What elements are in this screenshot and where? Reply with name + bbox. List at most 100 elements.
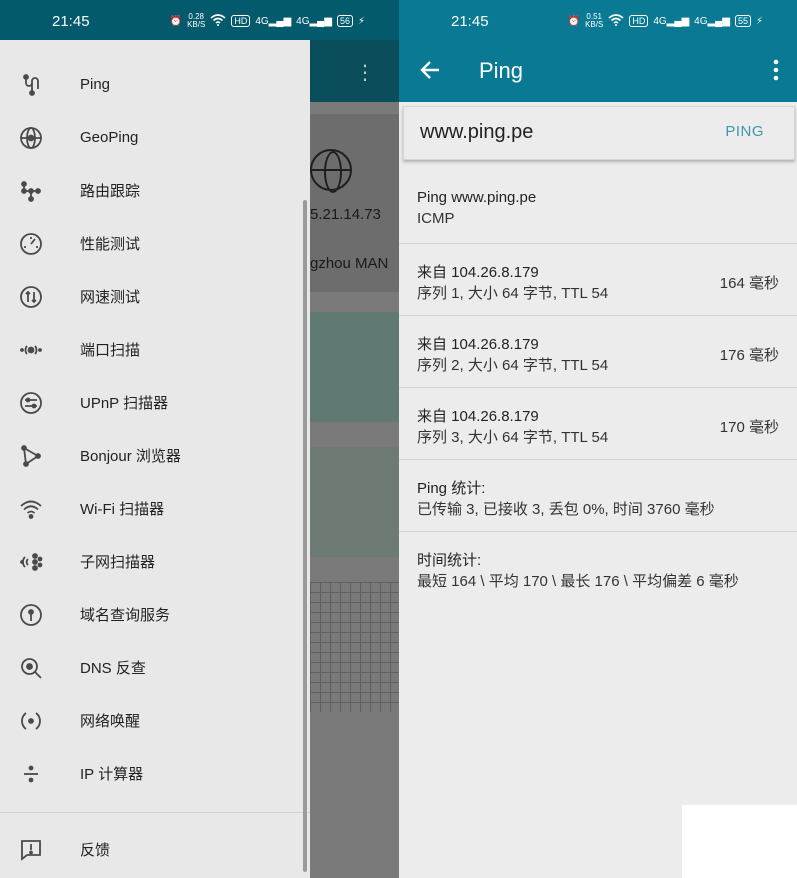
- bonjour-icon: [19, 444, 43, 468]
- result-title: Ping www.ping.pe: [417, 189, 537, 206]
- drawer-item-label: GeoPing: [80, 129, 139, 146]
- network-speed: 0.51 KB/S: [585, 12, 604, 29]
- upnp-icon: [19, 391, 43, 415]
- whois-icon: [19, 603, 43, 627]
- subnet-icon: [19, 550, 43, 574]
- status-icons: ⏰ 0.28 KB/S HD 4G▂▄▆ 4G▂▄▆ 56 ⚡: [170, 13, 365, 29]
- drawer-item-label: 网速测试: [80, 289, 141, 306]
- drawer-item-ipcalc[interactable]: IP 计算器: [0, 747, 300, 800]
- result-row-header: Ping www.ping.pe ICMP: [399, 166, 797, 244]
- right-screen: 21:45 ⏰ 0.51 KB/S HD 4G▂▄▆ 4G▂▄▆ 55 ⚡ Pin…: [399, 0, 797, 878]
- battery-level: 55: [734, 15, 751, 27]
- time-stats-title: 时间统计:: [417, 552, 482, 569]
- status-bar: 21:45 ⏰ 0.51 KB/S HD 4G▂▄▆ 4G▂▄▆ 55 ⚡: [399, 0, 797, 40]
- charging-icon: ⚡: [755, 15, 763, 27]
- drawer-item-speedtest[interactable]: 网速测试: [0, 270, 300, 323]
- background-location: gzhou MAN: [310, 255, 389, 272]
- result-subtitle: ICMP: [417, 210, 455, 227]
- navigation-drawer: Ping GeoPing 路由跟踪 性能测试 网速测试 端口扫描 UPnP 扫描…: [0, 40, 310, 878]
- drawer-item-label: 性能测试: [80, 236, 141, 253]
- drawer-item-traceroute[interactable]: 路由跟踪: [0, 164, 300, 217]
- signal-icon-2: 4G▂▄▆: [296, 15, 332, 27]
- charging-icon: ⚡: [357, 15, 365, 27]
- drawer-item-label: 子网扫描器: [80, 554, 156, 571]
- alarm-icon: ⏰: [567, 15, 581, 27]
- network-speed: 0.28 KB/S: [187, 12, 206, 29]
- drawer-item-wol[interactable]: 网络唤醒: [0, 694, 300, 747]
- result-row-reply-1: 来自 104.26.8.179 序列 1, 大小 64 字节, TTL 54 1…: [399, 244, 797, 316]
- app-toolbar: Ping: [399, 40, 797, 102]
- drawer-item-ping[interactable]: Ping: [0, 58, 300, 111]
- reply-time: 176 毫秒: [719, 347, 779, 364]
- reply-detail: 序列 1, 大小 64 字节, TTL 54: [417, 285, 609, 302]
- drawer-divider: [0, 812, 310, 813]
- drawer-item-portscan[interactable]: 端口扫描: [0, 323, 300, 376]
- wake-on-lan-icon: [19, 709, 43, 733]
- hd-badge: HD: [231, 15, 251, 27]
- drawer-item-bonjour[interactable]: Bonjour 浏览器: [0, 429, 300, 482]
- result-row-reply-2: 来自 104.26.8.179 序列 2, 大小 64 字节, TTL 54 1…: [399, 316, 797, 388]
- signal-icon: 4G▂▄▆: [255, 15, 292, 27]
- drawer-item-label: Wi-Fi 扫描器: [80, 501, 165, 518]
- dns-lookup-icon: [19, 656, 43, 680]
- drawer-item-label: 域名查询服务: [80, 607, 171, 624]
- more-vert-icon: ⋮: [355, 62, 375, 84]
- drawer-item-label: 网络唤醒: [80, 713, 141, 730]
- result-row-time-stats: 时间统计: 最短 164 \ 平均 170 \ 最长 176 \ 平均偏差 6 …: [399, 532, 797, 604]
- background-grid: [310, 582, 399, 712]
- drawer-item-subnet[interactable]: 子网扫描器: [0, 535, 300, 588]
- reply-detail: 序列 2, 大小 64 字节, TTL 54: [417, 357, 609, 374]
- reply-time: 164 毫秒: [719, 275, 779, 292]
- drawer-item-label: 反馈: [80, 842, 111, 859]
- reply-time: 170 毫秒: [719, 419, 779, 436]
- wifi-icon: [19, 497, 43, 521]
- hd-badge: HD: [629, 15, 649, 27]
- drawer-item-wifi[interactable]: Wi-Fi 扫描器: [0, 482, 300, 535]
- time-stats-detail: 最短 164 \ 平均 170 \ 最长 176 \ 平均偏差 6 毫秒: [417, 573, 739, 590]
- port-scan-icon: [19, 338, 43, 362]
- feedback-icon: [19, 838, 43, 862]
- speedometer-icon: [19, 232, 43, 256]
- ping-icon: [19, 73, 43, 97]
- drawer-item-label: 端口扫描: [80, 342, 141, 359]
- drawer-item-label: DNS 反查: [80, 660, 146, 677]
- left-screen: 21:45 ⏰ 0.28 KB/S HD 4G▂▄▆ 4G▂▄▆ 56 ⚡ ⋮ 5…: [0, 0, 399, 878]
- back-arrow-icon[interactable]: [417, 56, 445, 84]
- speedtest-icon: [19, 285, 43, 309]
- signal-icon: 4G▂▄▆: [653, 15, 690, 27]
- reply-source: 来自 104.26.8.179: [417, 336, 539, 353]
- drawer-item-label: 路由跟踪: [80, 183, 141, 200]
- more-vert-icon[interactable]: [771, 56, 781, 84]
- stats-detail: 已传输 3, 已接收 3, 丢包 0%, 时间 3760 毫秒: [417, 501, 715, 518]
- stats-title: Ping 统计:: [417, 480, 486, 497]
- ping-button[interactable]: PING: [725, 123, 764, 140]
- drawer-item-performance[interactable]: 性能测试: [0, 217, 300, 270]
- drawer-item-feedback[interactable]: 反馈: [0, 823, 300, 876]
- drawer-item-label: IP 计算器: [80, 766, 144, 783]
- background-graph-2: [310, 447, 399, 557]
- drawer-scrollbar[interactable]: [303, 200, 307, 872]
- host-input[interactable]: [420, 121, 700, 144]
- drawer-item-label: Bonjour 浏览器: [80, 448, 181, 465]
- drawer-item-label: UPnP 扫描器: [80, 395, 169, 412]
- wifi-status-icon: [210, 13, 226, 29]
- page-title: Ping: [479, 58, 524, 83]
- traceroute-icon: [19, 179, 43, 203]
- reply-source: 来自 104.26.8.179: [417, 408, 539, 425]
- drawer-item-label: Ping: [80, 76, 111, 93]
- drawer-item-whois[interactable]: 域名查询服务: [0, 588, 300, 641]
- geoping-icon: [19, 126, 43, 150]
- status-icons: ⏰ 0.51 KB/S HD 4G▂▄▆ 4G▂▄▆ 55 ⚡: [568, 13, 763, 29]
- divide-icon: [19, 762, 43, 786]
- drawer-item-upnp[interactable]: UPnP 扫描器: [0, 376, 300, 429]
- signal-icon-2: 4G▂▄▆: [694, 15, 730, 27]
- globe-icon: [310, 149, 352, 193]
- background-ip: 5.21.14.73: [310, 206, 381, 223]
- battery-level: 56: [336, 15, 353, 27]
- reply-source: 来自 104.26.8.179: [417, 264, 539, 281]
- host-search-bar: PING: [403, 106, 795, 160]
- drawer-item-dns[interactable]: DNS 反查: [0, 641, 300, 694]
- drawer-item-geoping[interactable]: GeoPing: [0, 111, 300, 164]
- result-row-ping-stats: Ping 统计: 已传输 3, 已接收 3, 丢包 0%, 时间 3760 毫秒: [399, 460, 797, 532]
- status-time: 21:45: [52, 13, 90, 30]
